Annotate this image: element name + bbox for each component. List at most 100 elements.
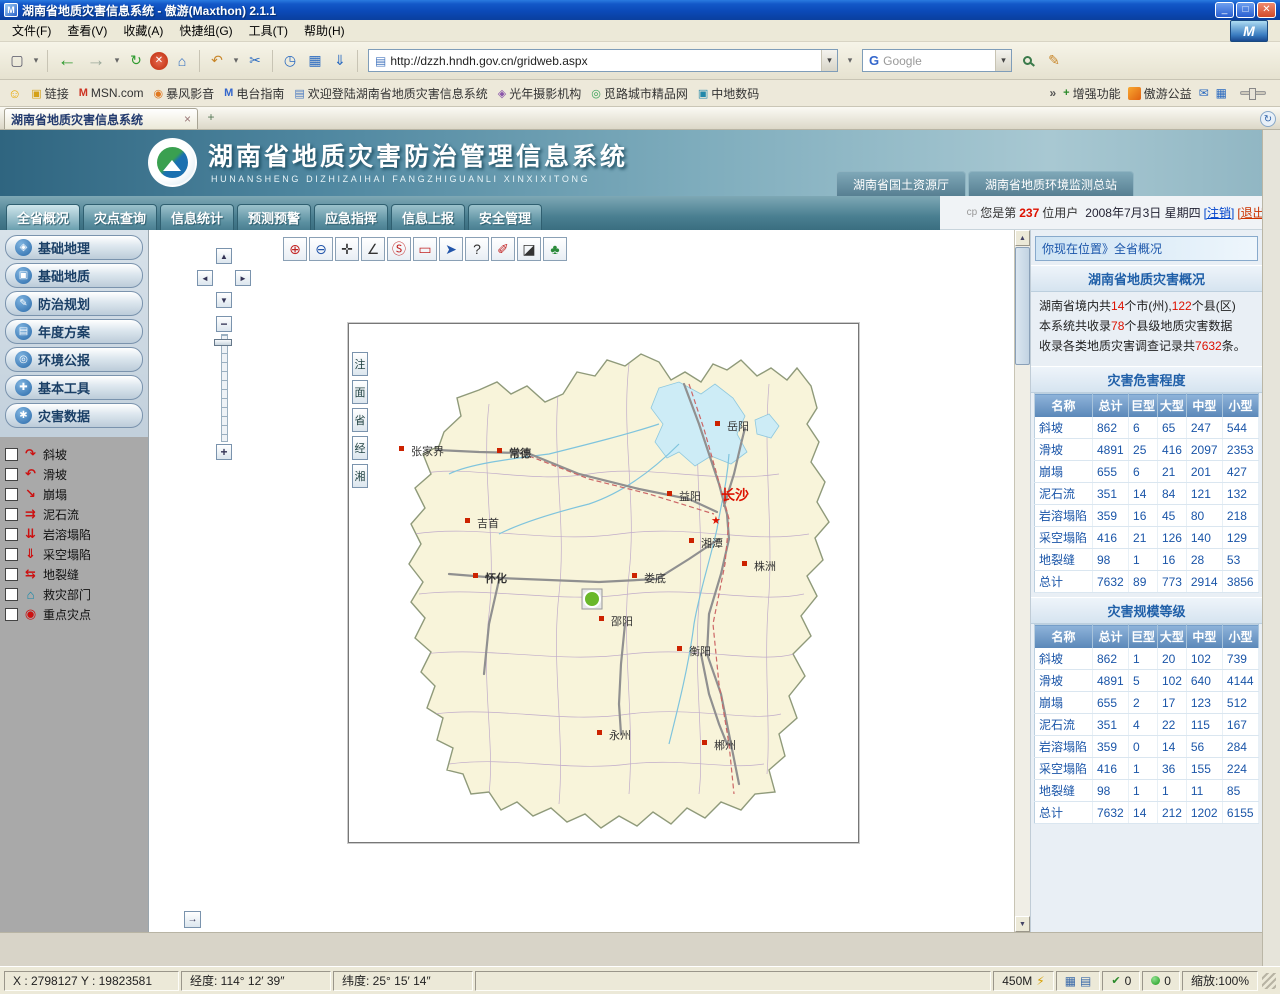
search-box[interactable]: G Google ▾ [862, 49, 1012, 72]
charity-button[interactable]: 傲游公益 [1128, 85, 1192, 102]
nav-tab-info-statistics[interactable]: 信息统计 [160, 204, 234, 230]
pan-down-button[interactable]: ▼ [216, 292, 232, 308]
skin-icon[interactable]: ▦ [1216, 86, 1227, 100]
pan-button[interactable]: ✛ [335, 237, 359, 261]
zoom-slider-handle[interactable] [214, 339, 232, 346]
layer-button-annotation[interactable]: 注 [352, 352, 368, 376]
measure-button[interactable]: ∠ [361, 237, 385, 261]
legend-checkbox[interactable] [5, 448, 18, 461]
more-links-button[interactable]: » [1049, 86, 1056, 100]
legend-checkbox[interactable] [5, 588, 18, 601]
zoom-in-button[interactable]: ⊕ [283, 237, 307, 261]
link-item-zhongdi[interactable]: ▣中地数码 [698, 85, 759, 102]
sidebar-button-disaster-data[interactable]: ✱灾害数据 [5, 403, 143, 428]
scroll-up-button[interactable]: ▲ [1015, 230, 1030, 246]
nav-tab-forecast-warning[interactable]: 预测预警 [237, 204, 311, 230]
logout-link[interactable]: [注销] [1204, 204, 1235, 221]
zoom-slider-track[interactable] [221, 334, 228, 442]
forward-button[interactable]: → [83, 50, 109, 72]
link-item-photo[interactable]: ◈光年摄影机构 [498, 85, 581, 102]
folder-icon[interactable]: ▤ [1080, 974, 1091, 988]
map-canvas[interactable]: ★ 张家界 常德 岳阳 益阳 长沙 吉首 湘潭 株洲 怀化 娄底 邵阳 衡阳 永… [349, 324, 858, 842]
rect-select-button[interactable]: ▭ [413, 237, 437, 261]
grid-view-button[interactable]: ▦ [304, 50, 326, 72]
minimize-button[interactable]: _ [1215, 2, 1234, 18]
maximize-button[interactable]: □ [1236, 2, 1255, 18]
scrollbar-thumb[interactable] [1015, 247, 1030, 365]
legend-checkbox[interactable] [5, 528, 18, 541]
link-land-resources-dept[interactable]: 湖南省国土资源厅 [836, 171, 966, 196]
download-button[interactable]: ⇓ [329, 50, 351, 72]
sidebar-button-prevention-plan[interactable]: ✎防治规划 [5, 291, 143, 316]
new-tab-button[interactable]: + [202, 110, 220, 128]
nav-tab-security-management[interactable]: 安全管理 [468, 204, 542, 230]
home-button[interactable]: ⌂ [171, 50, 193, 72]
link-item-welcome[interactable]: ▤欢迎登陆湖南省地质灾害信息系统 [294, 85, 487, 102]
nav-tab-province-overview[interactable]: 全省概况 [6, 204, 80, 230]
back-button[interactable]: ← [54, 50, 80, 72]
go-dropdown[interactable]: ▾ [845, 50, 855, 72]
link-item-links[interactable]: ▣链接 [31, 85, 68, 102]
legend-checkbox[interactable] [5, 468, 18, 481]
zoom-out-button[interactable]: ⊖ [309, 237, 333, 261]
pan-up-button[interactable]: ▲ [216, 248, 232, 264]
pan-right-button[interactable]: ► [235, 270, 251, 286]
history-dropdown[interactable]: ▾ [112, 50, 122, 72]
menu-tools[interactable]: 工具(T) [241, 20, 296, 41]
pan-left-button[interactable]: ◄ [197, 270, 213, 286]
zoom-slider-minus-button[interactable]: − [216, 316, 232, 332]
nav-tab-emergency-command[interactable]: 应急指挥 [314, 204, 388, 230]
content-scrollbar[interactable]: ▲ ▼ [1014, 230, 1030, 932]
edit-button[interactable]: ✎ [1043, 50, 1065, 72]
legend-checkbox[interactable] [5, 508, 18, 521]
new-page-button[interactable]: ▢ [6, 50, 28, 72]
timer-button[interactable]: ◷ [279, 50, 301, 72]
enhance-button[interactable]: +增强功能 [1063, 85, 1120, 102]
tab-close-icon[interactable]: × [184, 112, 191, 126]
zoom-level[interactable]: 缩放:100% [1182, 971, 1258, 991]
resize-grip[interactable] [1262, 973, 1276, 989]
layer-button-polygon[interactable]: 面 [352, 380, 368, 404]
identify-button[interactable]: ? [465, 237, 489, 261]
search-engine-dropdown[interactable]: ▾ [995, 50, 1011, 71]
link-item-city[interactable]: ◎觅路城市精品网 [591, 85, 688, 102]
link-item-msn[interactable]: MMSN.com [79, 86, 144, 100]
sidebar-button-annual-plan[interactable]: ▤年度方案 [5, 319, 143, 344]
pointer-select-button[interactable]: ➤ [439, 237, 463, 261]
sidebar-button-env-bulletin[interactable]: ◎环境公报 [5, 347, 143, 372]
legend-checkbox[interactable] [5, 608, 18, 621]
new-page-dropdown[interactable]: ▾ [31, 50, 41, 72]
zoom-slider-plus-button[interactable]: + [216, 444, 232, 460]
circle-select-button[interactable]: Ⓢ [387, 237, 411, 261]
legend-checkbox[interactable] [5, 548, 18, 561]
nav-tab-info-report[interactable]: 信息上报 [391, 204, 465, 230]
legend-tree-button[interactable]: ♣ [543, 237, 567, 261]
search-icon[interactable] [1023, 56, 1032, 65]
link-item-storm[interactable]: ◉暴风影音 [154, 85, 215, 102]
layer-button-graticule[interactable]: 经 [352, 436, 368, 460]
nav-tab-disaster-query[interactable]: 灾点查询 [83, 204, 157, 230]
pan-right-bottom-button[interactable]: → [184, 911, 201, 928]
stop-button[interactable]: ✕ [150, 52, 168, 70]
address-input[interactable] [390, 54, 821, 68]
draw-line-button[interactable]: ✐ [491, 237, 515, 261]
legend-checkbox[interactable] [5, 568, 18, 581]
undo-dropdown[interactable]: ▾ [231, 50, 241, 72]
link-item-radio[interactable]: M电台指南 [224, 85, 284, 102]
favorites-icon[interactable]: ☺ [8, 86, 21, 101]
tab-active[interactable]: 湖南省地质灾害信息系统 × [4, 108, 198, 129]
grid-icon[interactable]: ▦ [1065, 974, 1076, 988]
snap-button[interactable]: ✂ [244, 50, 266, 72]
volume-slider[interactable] [1240, 91, 1266, 95]
layer-button-province[interactable]: 省 [352, 408, 368, 432]
sidebar-button-basic-geology[interactable]: ▣基础地质 [5, 263, 143, 288]
layer-button-xiang[interactable]: 湘 [352, 464, 368, 488]
refresh-button[interactable]: ↻ [125, 50, 147, 72]
menu-help[interactable]: 帮助(H) [296, 20, 353, 41]
erase-button[interactable]: ◪ [517, 237, 541, 261]
titlebar[interactable]: M 湖南省地质灾害信息系统 - 傲游(Maxthon) 2.1.1 _ □ ✕ [0, 0, 1280, 20]
menu-file[interactable]: 文件(F) [4, 20, 59, 41]
undo-button[interactable]: ↶ [206, 50, 228, 72]
sidebar-button-basic-tools[interactable]: ✚基本工具 [5, 375, 143, 400]
mail-icon[interactable]: ✉ [1199, 86, 1209, 100]
